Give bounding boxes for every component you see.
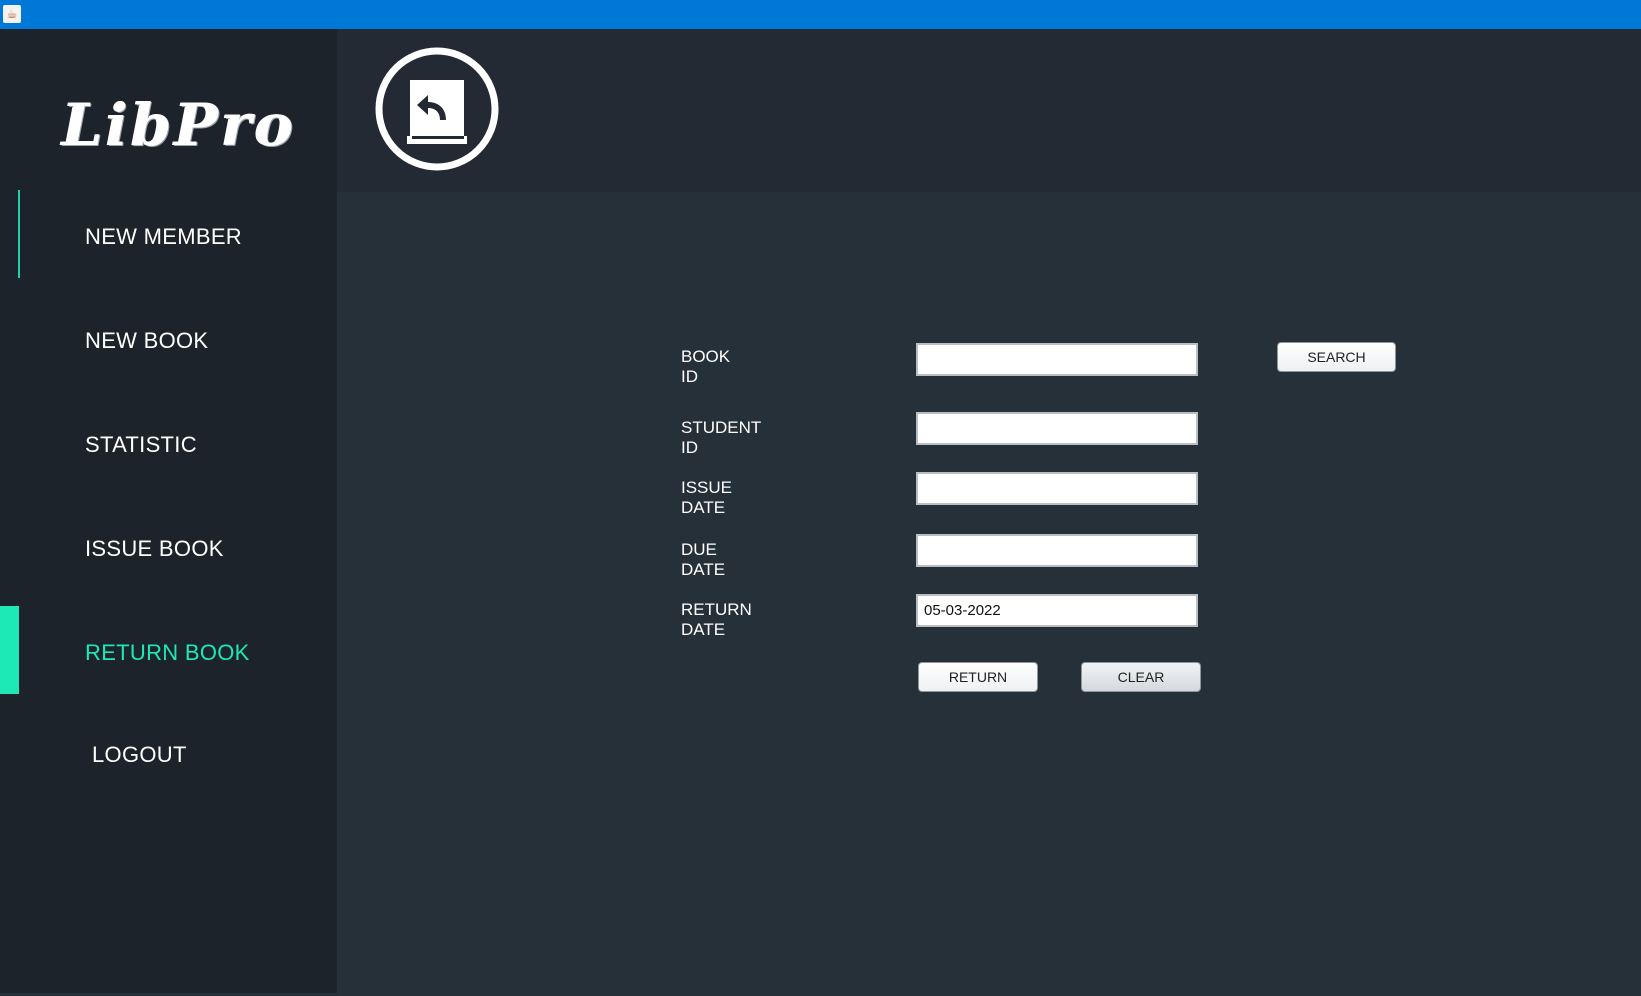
app-logo: LibPro	[62, 91, 297, 159]
due-date-label: DUE DATE	[681, 540, 726, 579]
header-bar	[337, 29, 1641, 192]
student-id-label: STUDENT ID	[681, 418, 761, 457]
java-app-icon[interactable]: ☕	[3, 5, 21, 23]
sidebar-item-issue-book[interactable]: ISSUE BOOK	[0, 502, 337, 590]
return-button[interactable]: RETURN	[918, 662, 1038, 692]
issue-date-label: ISSUE DATE	[681, 478, 733, 517]
clear-button[interactable]: CLEAR	[1081, 662, 1201, 692]
sidebar-item-label: RETURN BOOK	[85, 640, 250, 665]
sidebar-item-new-book[interactable]: NEW BOOK	[0, 294, 337, 382]
sidebar-item-return-book[interactable]: RETURN BOOK	[0, 606, 337, 694]
sidebar-item-label: ISSUE BOOK	[85, 536, 224, 561]
book-id-label: BOOK ID	[681, 347, 731, 386]
return-date-label: RETURN DATE	[681, 600, 752, 639]
nav-indicator	[18, 190, 20, 278]
sidebar: LibPro NEW MEMBER NEW BOOK STATISTIC ISS…	[0, 29, 337, 993]
return-book-icon	[374, 46, 500, 172]
sidebar-item-new-member[interactable]: NEW MEMBER	[0, 190, 337, 278]
sidebar-item-label: STATISTIC	[85, 432, 197, 457]
search-button[interactable]: SEARCH	[1277, 342, 1396, 372]
window-titlebar: ☕	[0, 0, 1641, 29]
sidebar-item-logout[interactable]: LOGOUT	[0, 708, 337, 796]
sidebar-item-label: NEW MEMBER	[85, 224, 242, 249]
active-indicator	[0, 606, 19, 694]
due-date-field[interactable]	[916, 534, 1198, 567]
sidebar-item-label: LOGOUT	[92, 742, 187, 767]
issue-date-field[interactable]	[916, 472, 1198, 505]
sidebar-item-statistic[interactable]: STATISTIC	[0, 398, 337, 486]
book-id-field[interactable]	[916, 343, 1198, 376]
sidebar-item-label: NEW BOOK	[85, 328, 209, 353]
return-date-field[interactable]	[916, 594, 1198, 627]
student-id-field[interactable]	[916, 412, 1198, 445]
